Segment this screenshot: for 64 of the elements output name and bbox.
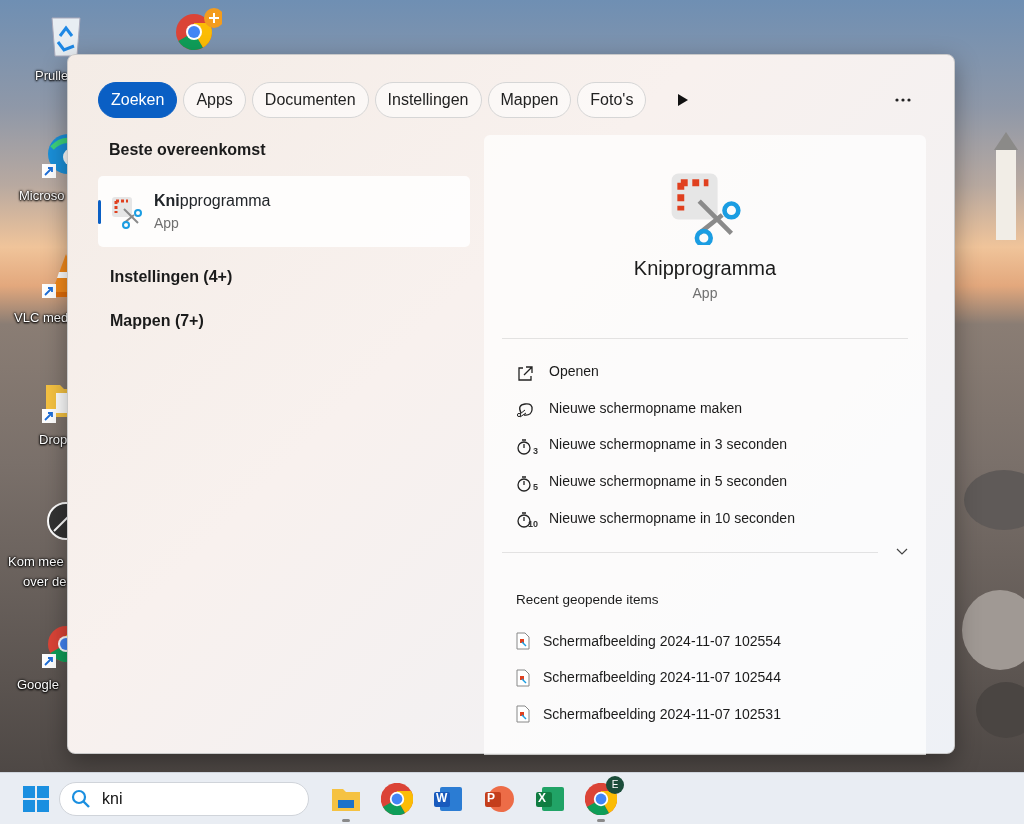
action-item[interactable]: Openen — [484, 353, 926, 390]
action-label: Nieuwe schermopname in 3 seconden — [549, 435, 788, 455]
result-type: App — [154, 214, 180, 233]
icon-label: Kom mee — [8, 553, 64, 571]
search-result[interactable]: Knipprogramma App — [98, 176, 470, 247]
timer-digit: 5 — [533, 483, 538, 493]
snipping-tool-icon — [110, 194, 144, 229]
image-file-icon — [516, 668, 530, 687]
result-title: Knipprogramma — [154, 191, 271, 211]
icon-label: Google — [17, 676, 59, 694]
chrome-app[interactable]: E — [578, 775, 624, 822]
file-name: Schermafbeelding 2024-11-07 102554 — [543, 631, 781, 651]
start-icon[interactable] — [22, 784, 50, 813]
app-letter: P — [487, 789, 495, 807]
snip-icon — [516, 401, 534, 420]
icon-label: Drop — [39, 431, 68, 449]
action-label: Openen — [549, 361, 599, 381]
image-file-icon — [516, 632, 530, 651]
filter-tab[interactable]: Zoeken — [98, 82, 178, 118]
search-icon — [71, 788, 91, 809]
recent-file[interactable]: Schermafbeelding 2024-11-07 102554 — [484, 622, 926, 660]
word-app[interactable]: W — [425, 775, 471, 822]
app-type: App — [691, 284, 719, 303]
icon-label: over de — [23, 573, 67, 591]
icon-label: Prulle — [35, 67, 69, 85]
filter-tab[interactable]: Apps — [183, 82, 246, 118]
timer-digit: 10 — [528, 520, 538, 530]
chevron-down-icon[interactable] — [896, 548, 908, 557]
file-name: Schermafbeelding 2024-11-07 102544 — [543, 668, 781, 688]
chrome-icon — [381, 782, 413, 815]
section-heading: Recent geopende items — [515, 591, 660, 610]
category-link[interactable]: Instellingen (4+) — [98, 265, 470, 289]
icon-label: VLC med — [14, 309, 69, 327]
icon-label: Microso — [19, 187, 65, 205]
category-link[interactable]: Mappen (7+) — [98, 309, 470, 333]
image-file-icon — [516, 705, 530, 724]
action-item[interactable]: 10 Nieuwe schermopname in 10 seconden — [484, 499, 926, 537]
powerpoint-app[interactable]: P — [476, 775, 522, 822]
timer-icon — [516, 438, 534, 456]
app-letter: X — [538, 789, 546, 807]
timer-icon — [516, 474, 534, 493]
more-icon[interactable] — [894, 97, 912, 103]
search-field[interactable]: kni — [59, 781, 309, 816]
filter-tab[interactable]: Mappen — [487, 82, 572, 118]
chrome-icon — [585, 782, 617, 815]
profile-badge: E — [606, 775, 624, 794]
action-label: Nieuwe schermopname maken — [549, 398, 742, 418]
excel-app[interactable]: X — [527, 775, 573, 822]
action-item[interactable]: Nieuwe schermopname maken — [484, 389, 926, 427]
file-name: Schermafbeelding 2024-11-07 102531 — [543, 704, 781, 724]
app-letter: W — [436, 789, 448, 807]
app-title: Knipprogramma — [632, 256, 778, 281]
recent-file[interactable]: Schermafbeelding 2024-11-07 102544 — [484, 659, 926, 697]
open-external-icon — [516, 364, 534, 383]
filter-tab[interactable]: Documenten — [251, 82, 369, 118]
recent-file[interactable]: Schermafbeelding 2024-11-07 102531 — [484, 696, 926, 733]
section-heading: Beste overeenkomst — [108, 140, 267, 160]
action-item[interactable]: 3 Nieuwe schermopname in 3 seconden — [484, 426, 926, 464]
action-label: Nieuwe schermopname in 5 seconden — [549, 471, 788, 491]
timer-digit: 3 — [533, 446, 538, 456]
filter-tab[interactable]: Instellingen — [374, 82, 482, 118]
action-label: Nieuwe schermopname in 10 seconden — [549, 508, 795, 528]
filter-tab[interactable]: Foto's — [577, 82, 647, 118]
action-item[interactable]: 5 Nieuwe schermopname in 5 seconden — [484, 463, 926, 500]
